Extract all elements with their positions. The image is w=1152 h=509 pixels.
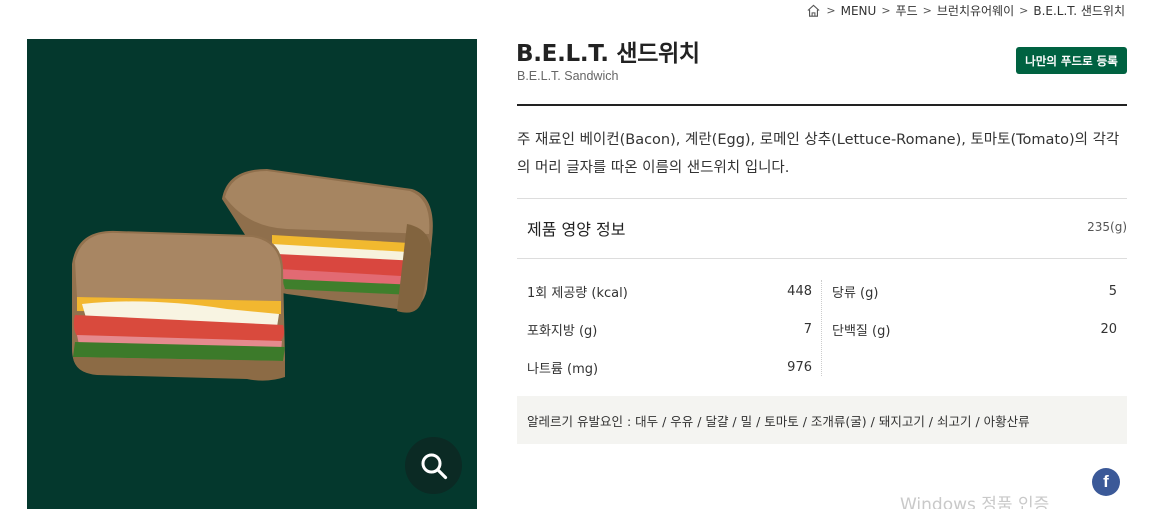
product-subtitle: B.E.L.T. Sandwich: [517, 69, 619, 83]
nutrition-title: 제품 영양 정보: [527, 220, 626, 239]
chevron-right-icon: >: [826, 4, 836, 17]
nutrition-label: 1회 제공량 (kcal): [527, 285, 628, 301]
nutrition-row-sugar: 당류 (g) 5: [832, 272, 1117, 310]
nutrition-divider-top: [517, 198, 1127, 199]
sandwich-illustration: [72, 169, 433, 381]
windows-activation-watermark: Windows 정품 인증: [900, 495, 1050, 509]
nutrition-label: 당류 (g): [832, 285, 879, 301]
breadcrumb-current: B.E.L.T. 샌드위치: [1033, 4, 1125, 18]
allergy-info: 알레르기 유발요인 : 대두 / 우유 / 달걀 / 밀 / 토마토 / 조개류…: [517, 396, 1127, 444]
chevron-right-icon: >: [1019, 4, 1029, 17]
breadcrumb-menu[interactable]: MENU: [841, 4, 877, 18]
product-image: [27, 39, 477, 509]
product-title: B.E.L.T. 샌드위치: [516, 41, 700, 67]
nutrition-row-sodium: 나트륨 (mg) 976: [527, 348, 812, 386]
facebook-icon[interactable]: f: [1092, 468, 1120, 496]
nutrition-divider: [517, 258, 1127, 259]
zoom-button[interactable]: [405, 437, 462, 494]
nutrition-label: 단백질 (g): [832, 323, 891, 339]
nutrition-row-protein: 단백질 (g) 20: [832, 310, 1117, 348]
nutrition-row-saturated-fat: 포화지방 (g) 7: [527, 310, 812, 348]
nutrition-value: 448: [787, 283, 812, 299]
nutrition-value: 5: [1108, 283, 1117, 299]
nutrition-row-kcal: 1회 제공량 (kcal) 448: [527, 272, 812, 310]
nutrition-list-right: 당류 (g) 5 단백질 (g) 20: [832, 272, 1117, 348]
product-description: 주 재료인 베이컨(Bacon), 계란(Egg), 로메인 상추(Lettuc…: [517, 132, 1120, 176]
home-icon[interactable]: [806, 3, 821, 18]
column-divider: [821, 280, 822, 376]
breadcrumb-home[interactable]: [806, 3, 821, 18]
title-divider: [517, 104, 1127, 106]
breadcrumb-food[interactable]: 푸드: [896, 2, 918, 19]
search-icon: [421, 453, 447, 479]
chevron-right-icon: >: [922, 4, 932, 17]
nutrition-label: 포화지방 (g): [527, 323, 598, 339]
chevron-right-icon: >: [881, 4, 891, 17]
nutrition-value: 7: [803, 321, 812, 337]
breadcrumb-brunch[interactable]: 브런치유어웨이: [937, 2, 1014, 19]
nutrition-value: 20: [1100, 321, 1117, 337]
breadcrumb: > MENU > 푸드 > 브런치유어웨이 > B.E.L.T. 샌드위치: [806, 2, 1125, 19]
nutrition-label: 나트륨 (mg): [527, 361, 599, 377]
nutrition-value: 976: [787, 359, 812, 375]
register-favorite-button[interactable]: 나만의 푸드로 등록: [1016, 47, 1127, 74]
serving-size: 235(g): [1087, 220, 1127, 234]
nutrition-list-left: 1회 제공량 (kcal) 448 포화지방 (g) 7 나트륨 (mg) 97…: [527, 272, 812, 386]
